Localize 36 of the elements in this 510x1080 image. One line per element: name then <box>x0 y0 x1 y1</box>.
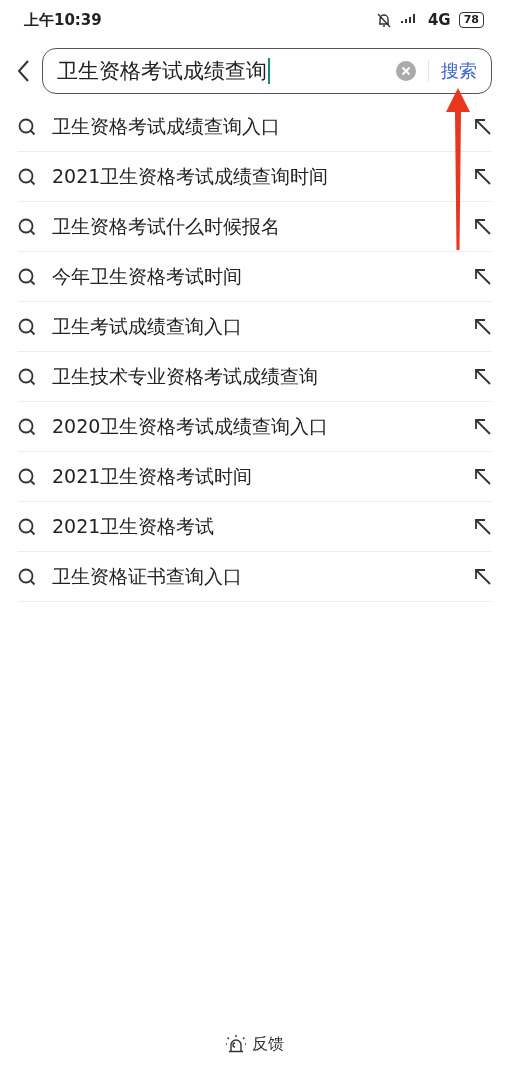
suggestion-item[interactable]: 今年卫生资格考试时间 <box>18 252 492 302</box>
feedback-link[interactable]: 反馈 <box>252 1033 284 1055</box>
search-icon <box>18 467 36 486</box>
search-icon <box>18 267 36 286</box>
fill-arrow-icon[interactable] <box>474 167 492 186</box>
search-icon <box>18 417 36 436</box>
suggestion-item[interactable]: 卫生技术专业资格考试成绩查询 <box>18 352 492 402</box>
back-icon[interactable] <box>16 59 30 83</box>
fill-arrow-icon[interactable] <box>474 567 492 586</box>
search-field[interactable]: 卫生资格考试成绩查询 搜索 <box>42 48 492 94</box>
search-icon <box>18 317 36 336</box>
search-icon <box>18 567 36 586</box>
fill-arrow-icon[interactable] <box>474 517 492 536</box>
fill-arrow-icon[interactable] <box>474 467 492 486</box>
fill-arrow-icon[interactable] <box>474 417 492 436</box>
battery-level: 78 <box>458 12 484 28</box>
search-icon <box>18 117 36 136</box>
suggestion-item[interactable]: 2021卫生资格考试 <box>18 502 492 552</box>
network-type: 4G <box>427 11 451 29</box>
alarm-light-icon[interactable] <box>226 1035 246 1053</box>
fill-arrow-icon[interactable] <box>474 217 492 236</box>
suggestion-item[interactable]: 2020卫生资格考试成绩查询入口 <box>18 402 492 452</box>
bell-muted-icon <box>375 12 392 28</box>
search-icon <box>18 517 36 536</box>
suggestion-item[interactable]: 卫生资格证书查询入口 <box>18 552 492 602</box>
suggestion-item[interactable]: 2021卫生资格考试时间 <box>18 452 492 502</box>
fill-arrow-icon[interactable] <box>474 117 492 136</box>
search-button[interactable]: 搜索 <box>441 59 477 83</box>
fill-arrow-icon[interactable] <box>474 367 492 386</box>
search-icon <box>18 167 36 186</box>
search-icon <box>18 217 36 236</box>
search-icon <box>18 367 36 386</box>
fill-arrow-icon[interactable] <box>474 317 492 336</box>
fill-arrow-icon[interactable] <box>474 267 492 286</box>
status-time: 上午10:39 <box>24 10 102 30</box>
suggestion-item[interactable]: 卫生考试成绩查询入口 <box>18 302 492 352</box>
